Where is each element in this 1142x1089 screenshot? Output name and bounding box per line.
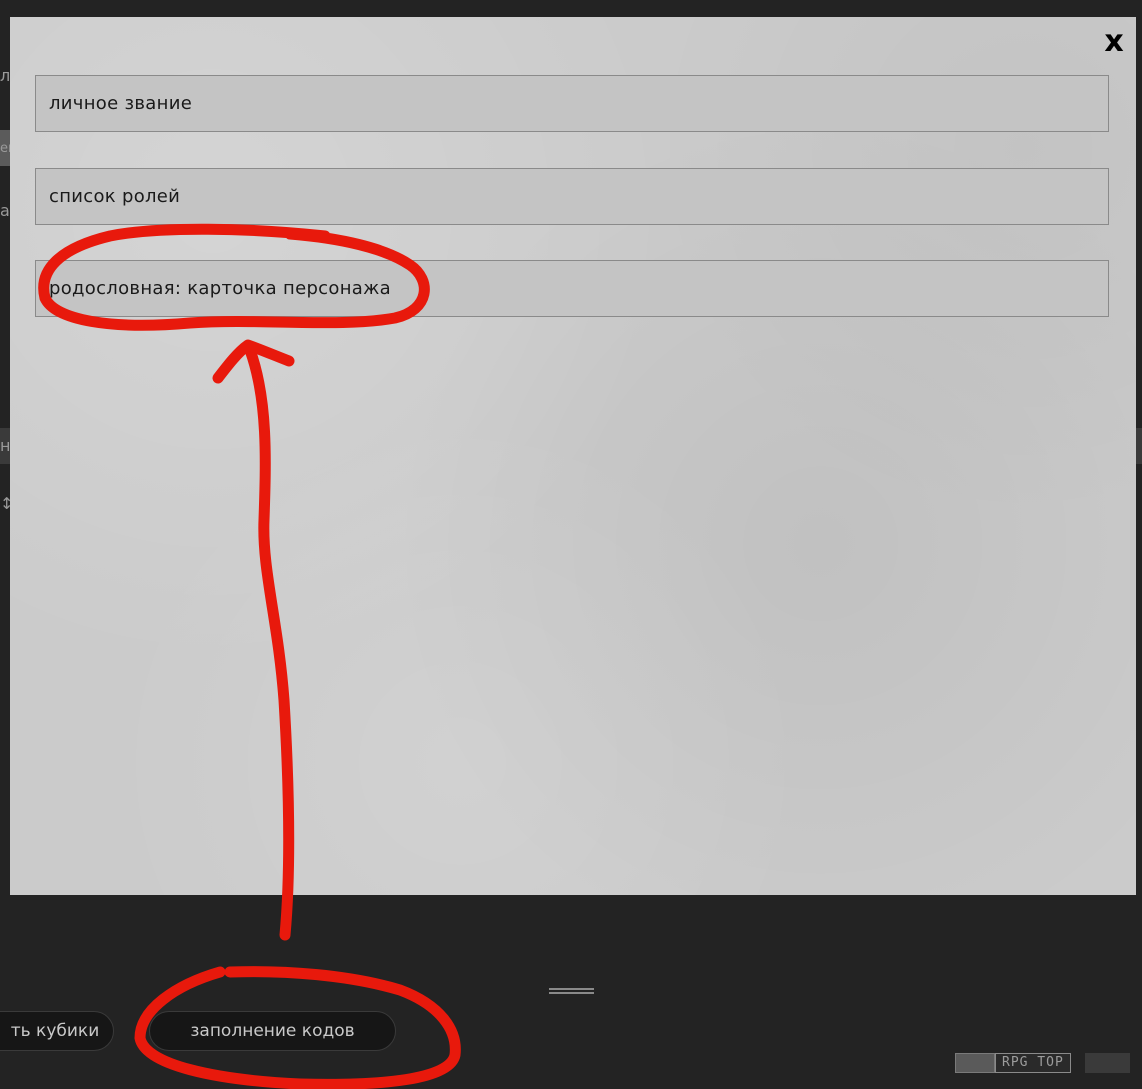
rpg-top-label: RPG TOP [995, 1053, 1071, 1073]
field-pedigree-character-card[interactable]: родословная: карточка персонажа [35, 260, 1109, 317]
field-label: личное звание [49, 93, 193, 114]
background-tab-bar-right [1136, 428, 1142, 464]
close-icon[interactable]: x [1101, 27, 1127, 57]
rpg-top-badge[interactable]: RPG TOP [955, 1052, 1130, 1074]
fill-codes-button[interactable]: заполнение кодов [149, 1011, 396, 1051]
rating-counter-badge[interactable] [1084, 1053, 1130, 1073]
field-label: список ролей [49, 186, 181, 207]
codes-modal: x личное звание список ролей родословная… [10, 17, 1136, 895]
roll-dice-button-label: ть кубики [10, 1021, 100, 1041]
field-label: родословная: карточка персонажа [49, 278, 391, 299]
fill-codes-button-label: заполнение кодов [190, 1021, 355, 1041]
field-role-list[interactable]: список ролей [35, 168, 1109, 225]
drag-handle-icon[interactable] [549, 988, 594, 996]
background-text-fragment: л [0, 66, 11, 85]
background-text-fragment: н [0, 436, 11, 455]
rpg-top-logo-icon [955, 1053, 995, 1073]
roll-dice-button[interactable]: ть кубики [0, 1011, 114, 1051]
field-personal-rank[interactable]: личное звание [35, 75, 1109, 132]
